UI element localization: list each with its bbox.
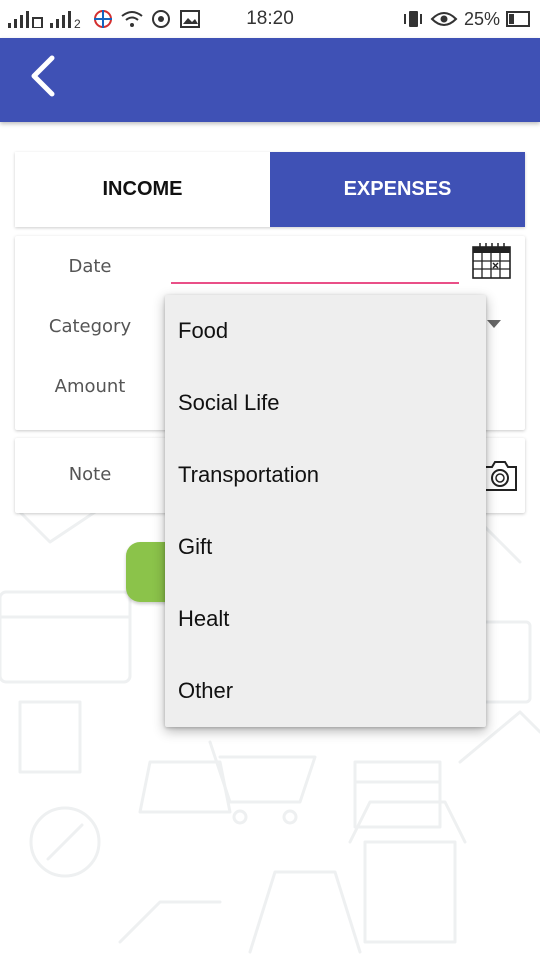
category-option-gift[interactable]: Gift	[165, 511, 486, 583]
back-button[interactable]	[18, 52, 66, 100]
category-option-food[interactable]: Food	[165, 295, 486, 367]
status-bar: 2 18:20 25%	[0, 0, 540, 38]
vibrate-icon	[403, 11, 422, 27]
date-label: Date	[68, 256, 112, 277]
tab-income[interactable]: INCOME	[15, 152, 270, 227]
camera-icon[interactable]	[481, 456, 519, 494]
category-dropdown-menu: Food Social Life Transportation Gift Hea…	[165, 295, 486, 727]
date-input[interactable]	[171, 282, 459, 284]
calendar-icon[interactable]	[472, 241, 512, 279]
type-tabs: INCOME EXPENSES	[15, 152, 525, 227]
battery-icon	[506, 11, 530, 27]
category-option-transportation[interactable]: Transportation	[165, 439, 486, 511]
note-label: Note	[68, 464, 112, 485]
eye-icon	[430, 12, 458, 26]
category-label: Category	[48, 316, 132, 337]
chevron-left-icon	[31, 55, 55, 97]
category-option-other[interactable]: Other	[165, 655, 486, 727]
tab-expenses[interactable]: EXPENSES	[270, 152, 525, 227]
category-dropdown-arrow[interactable]	[487, 320, 501, 328]
app-bar	[0, 38, 540, 122]
category-option-health[interactable]: Healt	[165, 583, 486, 655]
category-option-social-life[interactable]: Social Life	[165, 367, 486, 439]
status-icons-right: 25%	[402, 6, 532, 32]
battery-percent: 25%	[463, 8, 500, 29]
amount-label: Amount	[54, 376, 126, 397]
